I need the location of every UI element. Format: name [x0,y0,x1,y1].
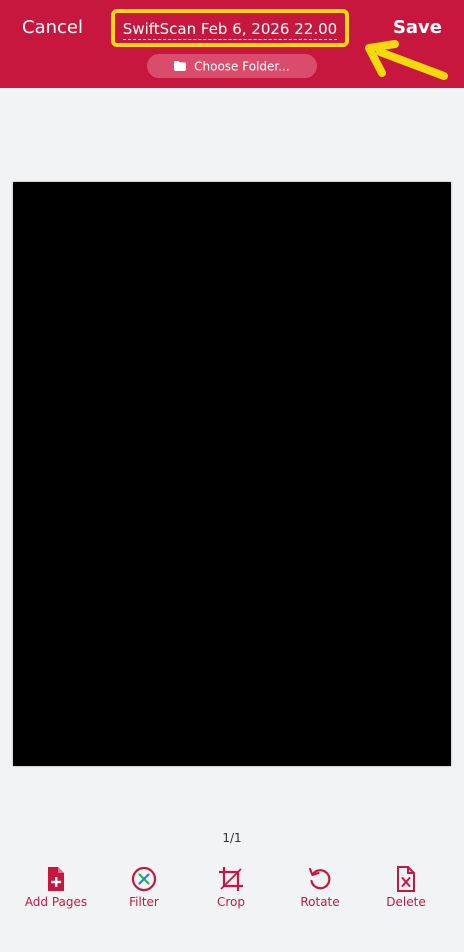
crop-label: Crop [216,895,245,909]
scanned-page-preview[interactable] [13,182,451,766]
delete-page-icon [397,866,415,892]
rotate-button[interactable]: Rotate [280,866,360,909]
add-pages-button[interactable]: Add Pages [16,866,96,909]
rotate-icon [308,867,331,890]
annotation-arrow [365,40,448,80]
delete-button[interactable]: Delete [366,866,446,909]
add-pages-label: Add Pages [24,895,88,909]
crop-icon [219,867,243,891]
delete-label: Delete [386,895,426,909]
cancel-button[interactable]: Cancel [22,17,83,38]
filter-label: Filter [129,895,159,909]
page-counter: 1/1 [222,831,242,845]
save-button[interactable]: Save [393,17,442,38]
choose-folder-label: Choose Folder... [194,59,290,74]
filter-button[interactable]: Filter [104,866,184,909]
document-title-text: SwiftScan Feb 6, 2026 22.00 [122,20,338,40]
rotate-label: Rotate [300,895,340,909]
crop-button[interactable]: Crop [191,866,271,909]
bottom-toolbar: Add Pages Filter Crop Rotate Delete [0,866,464,926]
add-page-icon [48,867,64,891]
choose-folder-button[interactable]: Choose Folder... [147,54,317,78]
folder-icon [174,55,187,79]
title-highlight-box: SwiftScan Feb 6, 2026 22.00 [111,9,349,47]
filter-icon [131,866,157,892]
document-title-field[interactable]: SwiftScan Feb 6, 2026 22.00 [115,20,345,40]
